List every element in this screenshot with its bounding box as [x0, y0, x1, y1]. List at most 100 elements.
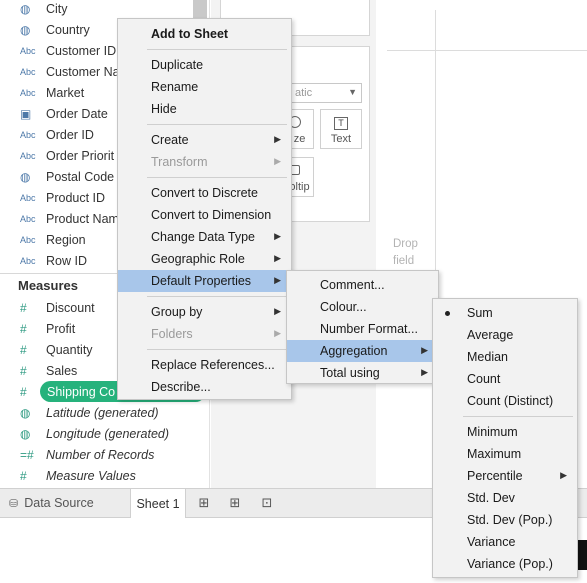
new-dashboard-icon: ⊞ — [229, 495, 241, 510]
new-worksheet-button[interactable]: ⊞ — [194, 494, 214, 512]
menu-separator — [463, 416, 573, 417]
menu-item-label: Geographic Role — [151, 252, 245, 266]
new-story-icon: ⊡ — [261, 495, 273, 510]
menu-item-minimum[interactable]: Minimum — [433, 421, 577, 443]
field-label: Discount — [46, 300, 95, 315]
menu-item-std-dev-pop[interactable]: Std. Dev (Pop.) — [433, 509, 577, 531]
menu-item-count[interactable]: Count — [433, 368, 577, 390]
menu-item-geographic-role[interactable]: Geographic Role ▶ — [118, 248, 291, 270]
menu-item-default-properties[interactable]: Default Properties ▶ — [118, 270, 291, 292]
menu-item-change-data-type[interactable]: Change Data Type ▶ — [118, 226, 291, 248]
menu-item-number-format[interactable]: Number Format... — [287, 318, 438, 340]
abc-icon: Abc — [20, 192, 36, 203]
hash-icon: # — [20, 300, 27, 315]
menu-item-percentile[interactable]: Percentile ▶ — [433, 465, 577, 487]
mark-type-value: atic — [295, 87, 313, 99]
field-latitude-generated[interactable]: ◍ Latitude (generated) — [0, 402, 209, 423]
hash-icon: # — [20, 321, 27, 336]
field-label: Customer Na — [46, 64, 120, 79]
menu-item-std-dev[interactable]: Std. Dev — [433, 487, 577, 509]
menu-item-comment[interactable]: Comment... — [287, 274, 438, 296]
menu-item-add-to-sheet[interactable]: Add to Sheet — [118, 23, 291, 45]
menu-item-label: Minimum — [467, 425, 518, 439]
tab-sheet-1-label: Sheet 1 — [136, 496, 180, 511]
menu-item-label: Describe... — [151, 380, 211, 394]
menu-item-replace-references[interactable]: Replace References... — [118, 354, 291, 376]
menu-item-count-distinct[interactable]: Count (Distinct) — [433, 390, 577, 412]
menu-item-label: Comment... — [320, 278, 385, 292]
field-label: Sales — [46, 363, 78, 378]
menu-item-group-by[interactable]: Group by ▶ — [118, 301, 291, 323]
menu-item-rename[interactable]: Rename — [118, 76, 291, 98]
menu-item-label: Percentile — [467, 469, 523, 483]
menu-item-label: Replace References... — [151, 358, 275, 372]
submenu-arrow-icon: ▶ — [421, 345, 428, 355]
menu-item-label: Colour... — [320, 300, 367, 314]
tab-data-source[interactable]: ⛁ Data Source — [0, 489, 128, 517]
abc-icon: Abc — [20, 255, 36, 266]
mark-type-dropdown[interactable]: atic ▼ — [290, 83, 362, 103]
menu-item-variance[interactable]: Variance — [433, 531, 577, 553]
size-button-label: ze — [293, 133, 306, 145]
field-label: Order ID — [46, 127, 94, 142]
submenu-arrow-icon: ▶ — [274, 253, 281, 263]
menu-item-label: Group by — [151, 305, 203, 319]
drop-field-line2: field — [393, 255, 415, 267]
menu-item-label: Variance — [467, 535, 516, 549]
menu-item-median[interactable]: Median — [433, 346, 577, 368]
scrollbar-thumb[interactable] — [193, 0, 207, 20]
menu-item-maximum[interactable]: Maximum — [433, 443, 577, 465]
menu-item-label: Total using — [320, 366, 380, 380]
menu-item-label: Maximum — [467, 447, 522, 461]
field-label: Market — [46, 85, 85, 100]
field-label: Region — [46, 232, 86, 247]
field-number-of-records[interactable]: =# Number of Records — [0, 444, 209, 465]
menu-separator — [147, 349, 287, 350]
menu-item-convert-to-discrete[interactable]: Convert to Discrete — [118, 182, 291, 204]
menu-item-folders[interactable]: Folders ▶ — [118, 323, 291, 345]
submenu-arrow-icon: ▶ — [421, 367, 428, 377]
menu-item-average[interactable]: Average — [433, 324, 577, 346]
menu-item-create[interactable]: Create ▶ — [118, 129, 291, 151]
new-dashboard-button[interactable]: ⊞ — [225, 494, 245, 512]
field-longitude-generated[interactable]: ◍ Longitude (generated) — [0, 423, 209, 444]
menu-item-total-using[interactable]: Total using ▶ — [287, 362, 438, 384]
menu-item-transform[interactable]: Transform ▶ — [118, 151, 291, 173]
field-label: Country — [46, 22, 90, 37]
field-label: Profit — [46, 321, 76, 336]
new-story-button[interactable]: ⊡ — [257, 494, 277, 512]
menu-item-hide[interactable]: Hide — [118, 98, 291, 120]
field-label: Postal Code — [46, 169, 115, 184]
tab-sheet-1[interactable]: Sheet 1 — [130, 489, 186, 518]
database-icon: ⛁ — [9, 497, 19, 510]
menu-item-duplicate[interactable]: Duplicate — [118, 54, 291, 76]
field-measure-values[interactable]: # Measure Values — [0, 465, 209, 486]
menu-item-variance-pop[interactable]: Variance (Pop.) — [433, 553, 577, 575]
abc-icon: Abc — [20, 234, 36, 245]
globe-icon: ◍ — [20, 426, 31, 441]
field-label: Order Priorit — [46, 148, 115, 163]
submenu-arrow-icon: ▶ — [274, 328, 281, 338]
menu-item-label: Default Properties — [151, 274, 252, 288]
menu-item-label: Sum — [467, 306, 493, 320]
menu-item-aggregation[interactable]: Aggregation ▶ — [287, 340, 438, 362]
menu-item-label: Rename — [151, 80, 199, 94]
globe-icon: ◍ — [20, 1, 31, 16]
drop-field-placeholder[interactable]: Drop field — [393, 236, 427, 270]
menu-item-label: Hide — [151, 102, 177, 116]
menu-item-sum[interactable]: Sum — [433, 302, 577, 324]
menu-separator — [147, 49, 287, 50]
menu-item-label: Create — [151, 133, 189, 147]
field-label: Product ID — [46, 190, 106, 205]
field-label: Number of Records — [46, 447, 155, 462]
text-icon: T — [334, 117, 348, 130]
menu-item-convert-to-dimension[interactable]: Convert to Dimension — [118, 204, 291, 226]
menu-item-colour[interactable]: Colour... — [287, 296, 438, 318]
text-button[interactable]: T Text — [320, 109, 362, 149]
globe-icon: ◍ — [20, 169, 31, 184]
hash-icon: =# — [20, 447, 34, 462]
abc-icon: Abc — [20, 66, 36, 77]
menu-item-describe[interactable]: Describe... — [118, 376, 291, 398]
field-context-menu: Add to Sheet Duplicate Rename Hide Create ▶ Tr… — [117, 18, 292, 400]
field-city[interactable]: ◍ City — [0, 0, 209, 19]
